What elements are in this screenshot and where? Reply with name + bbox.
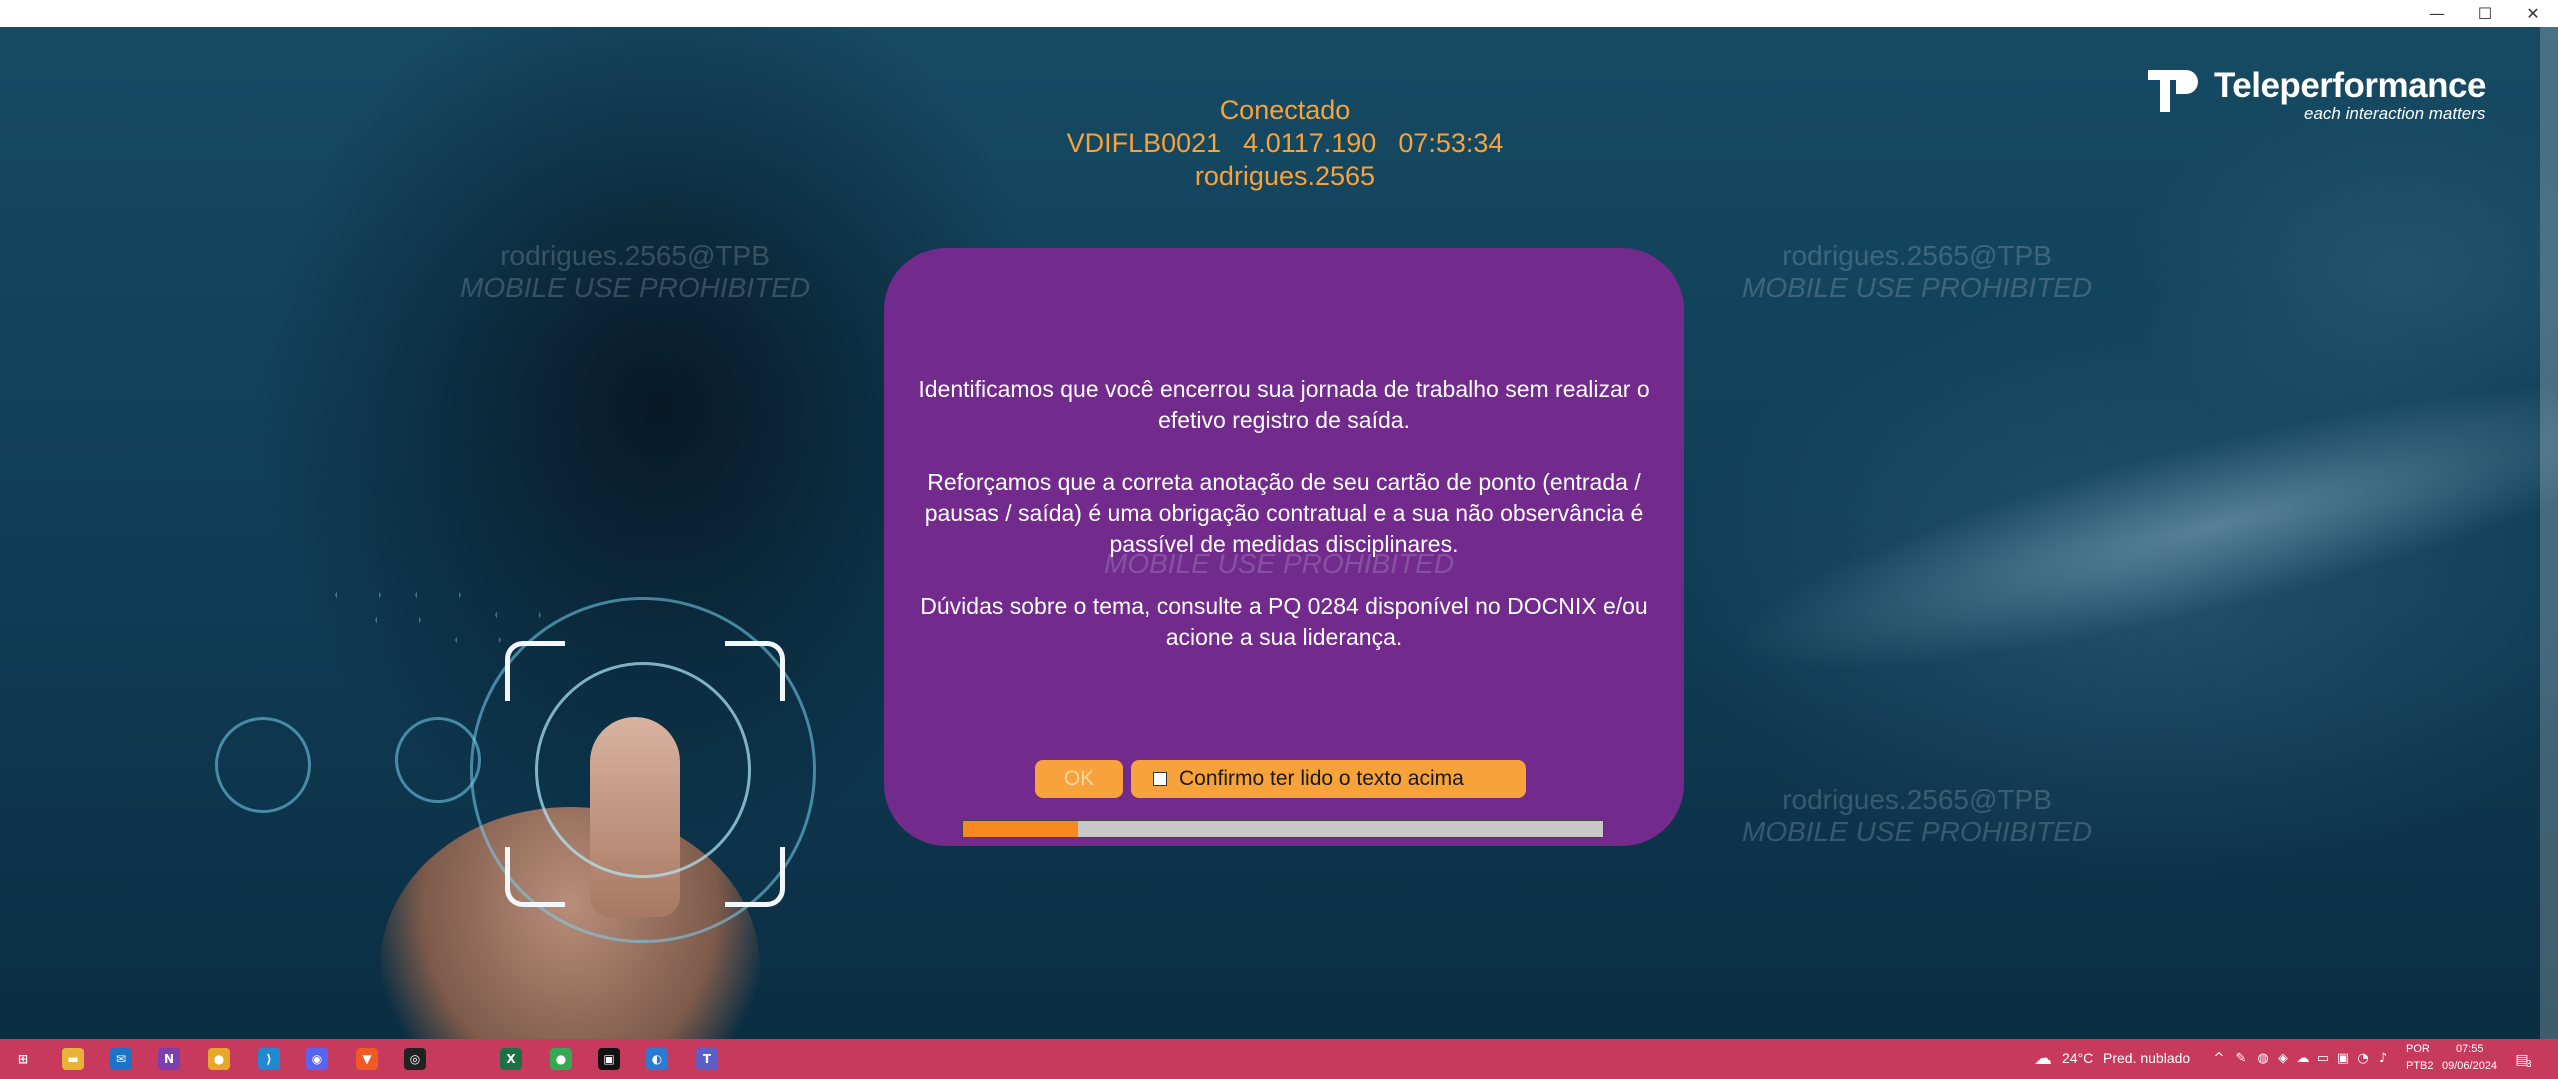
network-share-icon[interactable]: ◈ <box>2276 1051 2290 1066</box>
face-scan-ring <box>215 717 311 813</box>
chrome-alt-icon[interactable]: ● <box>550 1048 572 1070</box>
dialog-paragraph-3: Dúvidas sobre o tema, consulte a PQ 0284… <box>920 593 1648 650</box>
display-icon[interactable]: ▭ <box>2316 1051 2330 1066</box>
watermark: rodrigues.2565@TPB MOBILE USE PROHIBITED <box>1742 240 2093 303</box>
volume-icon[interactable]: ♪ <box>2376 1051 2390 1066</box>
session-info: VDIFLB0021 4.0117.190 07:53:34 <box>1000 127 1570 160</box>
background-glow <box>1671 350 2558 744</box>
pen-icon[interactable]: ✎ <box>2234 1051 2248 1066</box>
keyboard-layout[interactable]: PTB2 <box>2406 1060 2434 1072</box>
progress-fill <box>963 821 1079 837</box>
weather-temp[interactable]: 24°C <box>2062 1050 2093 1066</box>
hexagon-decoration <box>455 619 501 661</box>
minimize-button[interactable]: — <box>2414 0 2460 27</box>
fingerprint-ring-inner <box>535 662 751 878</box>
timeout-progress-bar <box>962 820 1604 838</box>
watermark: rodrigues.2565@TPB MOBILE USE PROHIBITED <box>1742 784 2093 847</box>
connection-status: Conectado VDIFLB0021 4.0117.190 07:53:34 r… <box>1000 94 1570 193</box>
scan-frame-corner <box>505 641 565 701</box>
client-version: 4.0117.190 <box>1243 128 1377 158</box>
taskbar: ⊞ ▬ ✉ N ● ⟩ ◉ ▼ ◎ X ● ▣ ◐ T ☁ 24°C Pred. nublado ^ ✎ … <box>0 1039 2558 1079</box>
machine-name: VDIFLB0021 <box>1066 128 1222 158</box>
brave-icon[interactable]: ▼ <box>356 1048 378 1070</box>
teams-icon[interactable]: T <box>696 1048 718 1070</box>
hexagon-decoration <box>415 574 461 616</box>
username: rodrigues.2565 <box>1194 161 1376 191</box>
confirm-read-checkbox[interactable]: Confirmo ter lido o texto acima <box>1131 760 1526 798</box>
clock-date[interactable]: 09/06/2024 <box>2442 1060 2497 1072</box>
session-time: 07:53:34 <box>1398 128 1504 158</box>
watermark: rodrigues.2565@TPB MOBILE USE PROHIBITED <box>460 240 811 303</box>
window-title-bar: — ☐ ✕ <box>0 0 2558 27</box>
logo-brand-text: Teleperformance <box>2214 66 2486 105</box>
file-explorer-icon[interactable]: ▬ <box>62 1048 84 1070</box>
teleperformance-logo: Teleperformance each interaction matters <box>2142 60 2522 130</box>
terminal-icon[interactable]: ▣ <box>598 1048 620 1070</box>
notification-count: 3 <box>2526 1059 2532 1070</box>
vscode-icon[interactable]: ⟩ <box>258 1048 280 1070</box>
monitor-icon[interactable]: ▣ <box>2336 1051 2350 1066</box>
scan-frame-corner <box>725 847 785 907</box>
right-edge-strip <box>2540 27 2558 1039</box>
app-icon[interactable]: ◎ <box>404 1048 426 1070</box>
teleperformance-logo-icon <box>2148 70 2198 112</box>
dialog-paragraph-1: Identificamos que você encerrou sua jorn… <box>918 376 1650 433</box>
connection-state: Conectado <box>1219 95 1351 125</box>
weather-desc[interactable]: Pred. nublado <box>2103 1050 2190 1066</box>
mail-icon[interactable]: ✉ <box>110 1048 132 1070</box>
discord-icon[interactable]: ◉ <box>306 1048 328 1070</box>
clock-time[interactable]: 07:55 <box>2456 1043 2484 1055</box>
dialog-paragraph-2: Reforçamos que a correta anotação de seu… <box>924 469 1644 557</box>
excel-icon[interactable]: X <box>500 1048 522 1070</box>
onenote-icon[interactable]: N <box>158 1048 180 1070</box>
logo-tagline: each interaction matters <box>2304 104 2486 123</box>
close-button[interactable]: ✕ <box>2510 0 2556 27</box>
weather-cloud-icon[interactable]: ☁ <box>2032 1048 2054 1069</box>
chrome-icon[interactable]: ● <box>208 1048 230 1070</box>
exit-registration-dialog: Identificamos que você encerrou sua jorn… <box>884 248 1684 846</box>
scan-frame-corner <box>505 847 565 907</box>
checkbox-box[interactable] <box>1153 772 1167 786</box>
scan-frame-corner <box>725 641 785 701</box>
bank-icon-ring <box>395 717 481 803</box>
security-icon[interactable]: ◍ <box>2256 1051 2270 1066</box>
hexagon-decoration <box>335 574 381 616</box>
confirm-read-label[interactable]: Confirmo ter lido o texto acima <box>1179 767 1464 791</box>
wifi-icon[interactable]: ◔ <box>2356 1051 2370 1066</box>
language-code[interactable]: POR <box>2406 1043 2430 1055</box>
maximize-button[interactable]: ☐ <box>2462 0 2508 27</box>
windows-start-icon[interactable]: ⊞ <box>12 1048 34 1070</box>
edge-icon[interactable]: ◐ <box>646 1048 668 1070</box>
chevron-up-icon[interactable]: ^ <box>2212 1051 2226 1066</box>
watermark: MOBILE USE PROHIBITED <box>1104 548 1455 579</box>
hexagon-decoration <box>375 599 421 641</box>
blank-icon[interactable] <box>452 1048 474 1070</box>
lock-hexagon <box>495 594 541 636</box>
onedrive-icon[interactable]: ☁ <box>2296 1051 2310 1066</box>
ok-button[interactable]: OK <box>1035 760 1123 798</box>
